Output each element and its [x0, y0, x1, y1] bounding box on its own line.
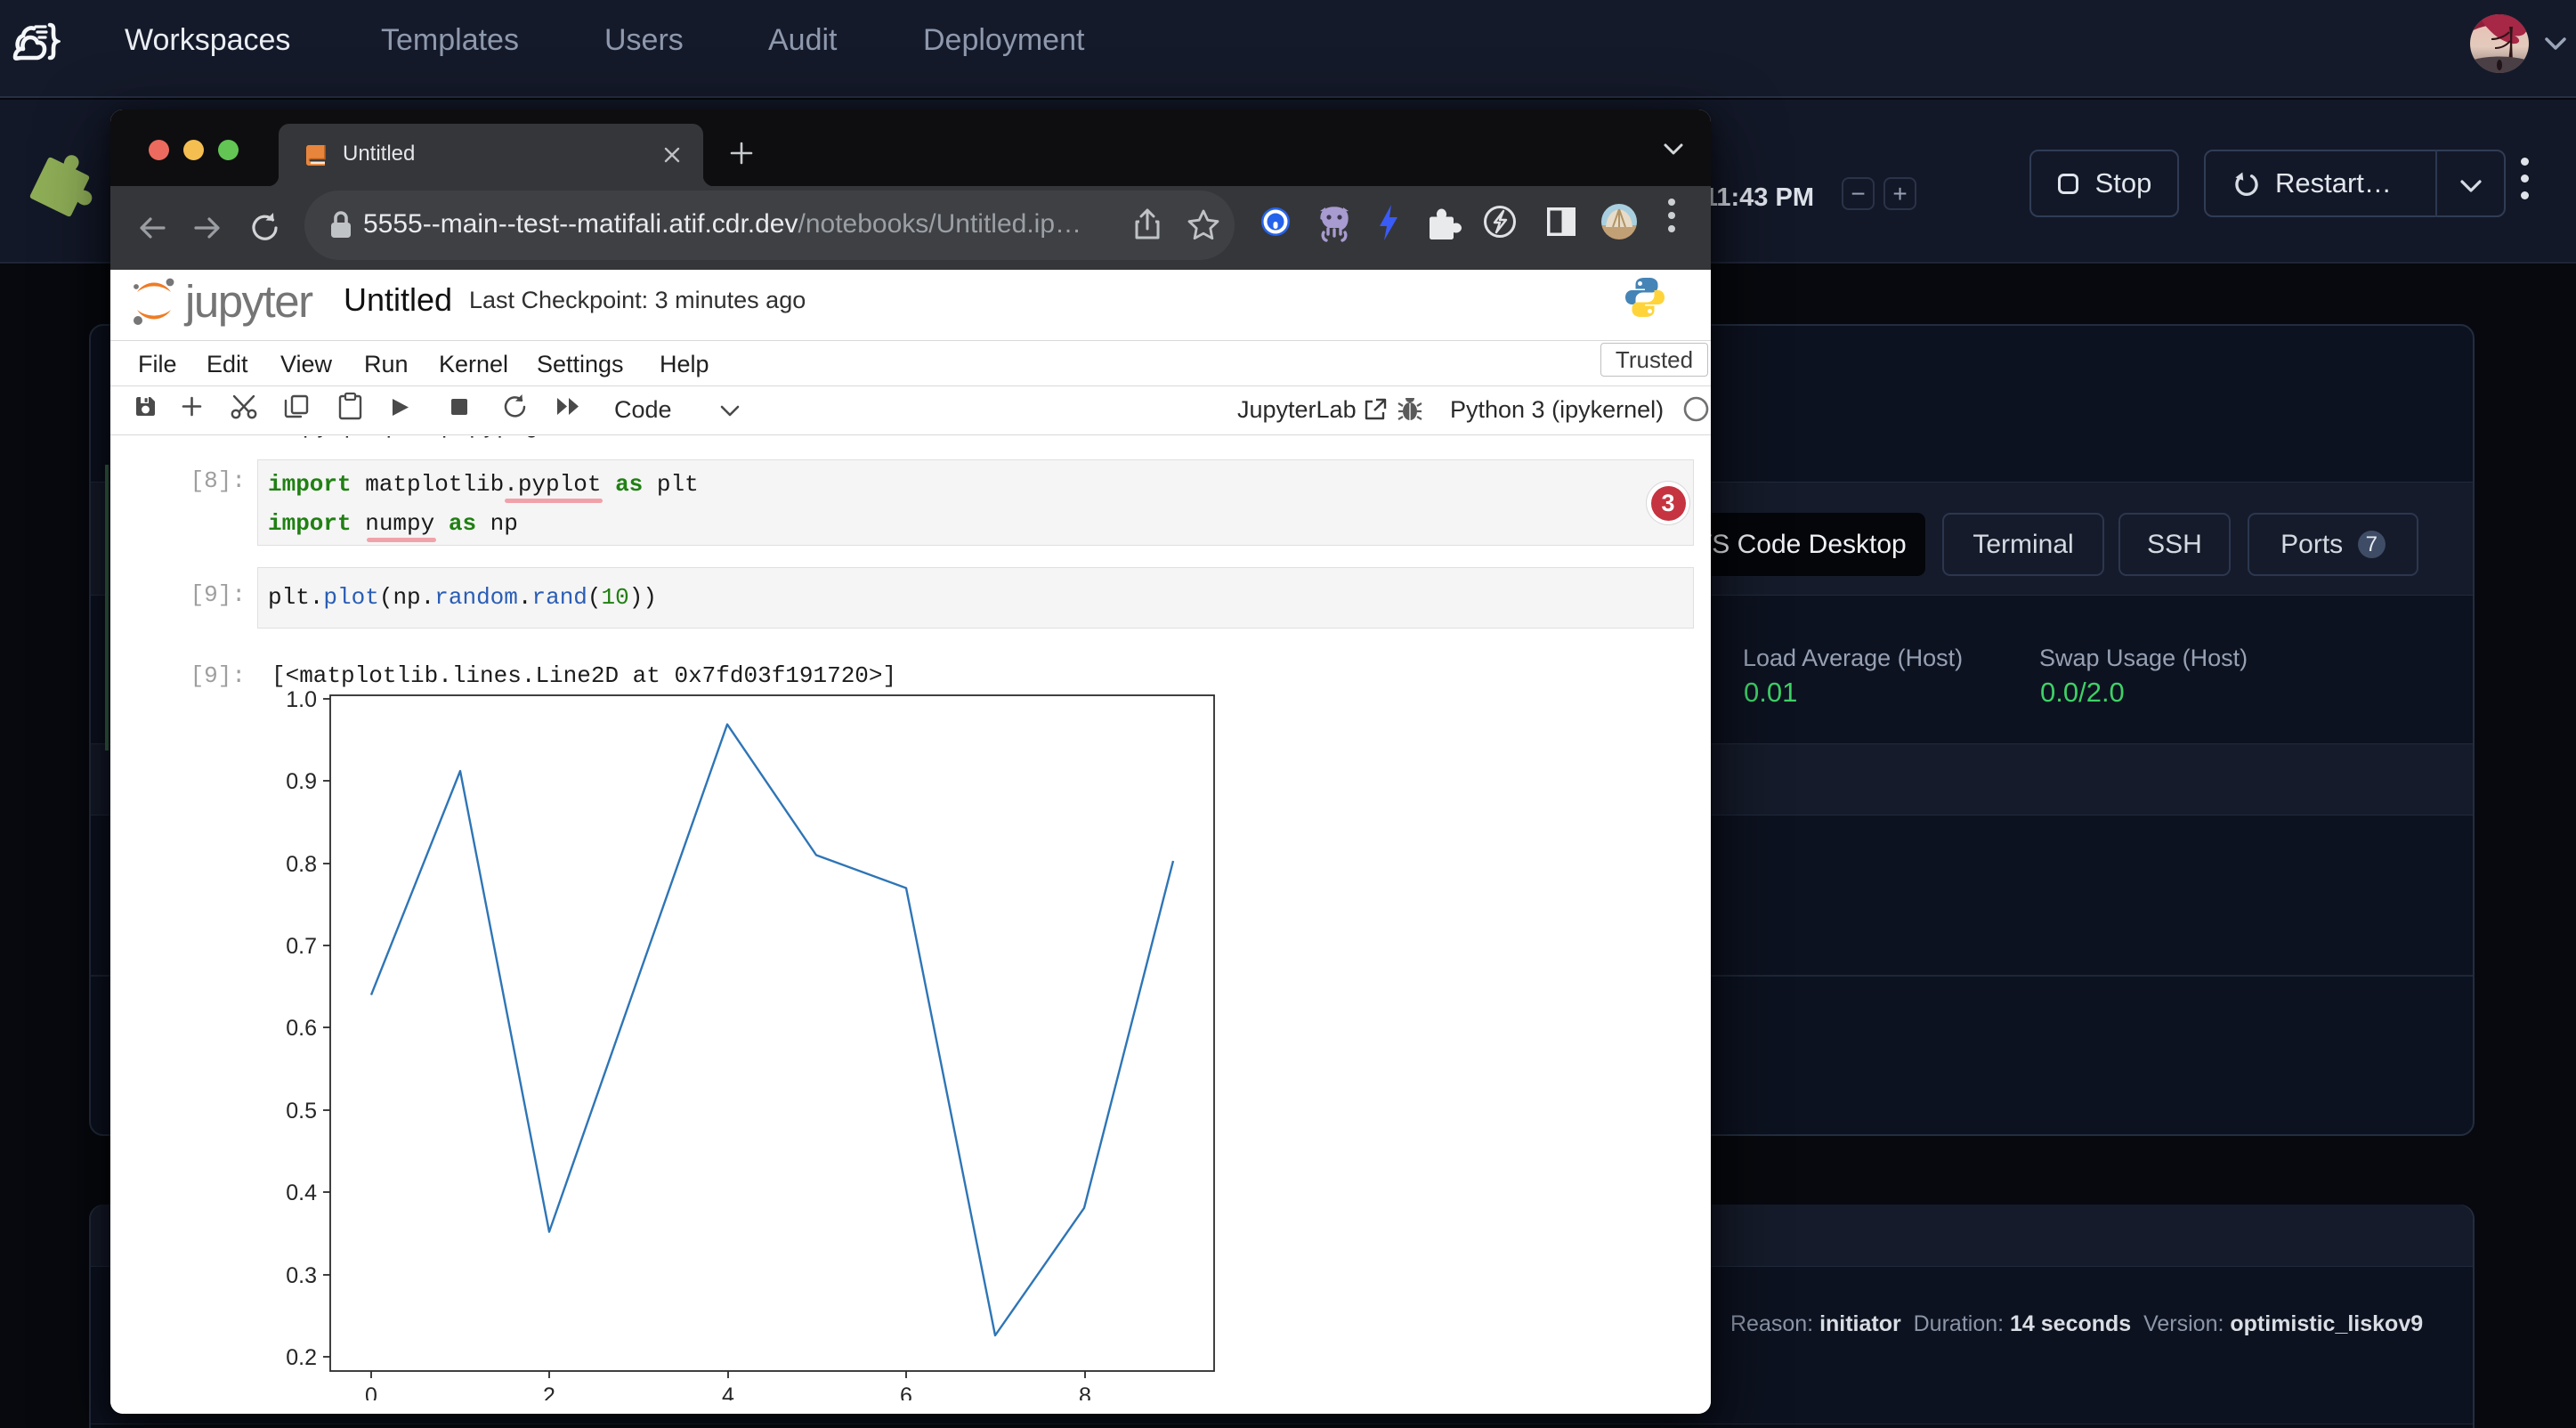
svg-text:0: 0 — [365, 1383, 377, 1400]
svg-text:2: 2 — [543, 1383, 555, 1400]
svg-text:0.5: 0.5 — [286, 1099, 317, 1124]
svg-text:0.3: 0.3 — [286, 1263, 317, 1288]
svg-text:0.9: 0.9 — [286, 769, 317, 794]
svg-text:0.8: 0.8 — [286, 852, 317, 877]
svg-text:8: 8 — [1079, 1383, 1091, 1400]
svg-text:6: 6 — [900, 1383, 912, 1400]
svg-text:4: 4 — [722, 1383, 734, 1400]
svg-text:0.2: 0.2 — [286, 1345, 317, 1370]
svg-text:1.0: 1.0 — [286, 687, 317, 712]
svg-text:0.7: 0.7 — [286, 934, 317, 959]
svg-text:0.4: 0.4 — [286, 1181, 317, 1205]
svg-text:0.6: 0.6 — [286, 1016, 317, 1041]
